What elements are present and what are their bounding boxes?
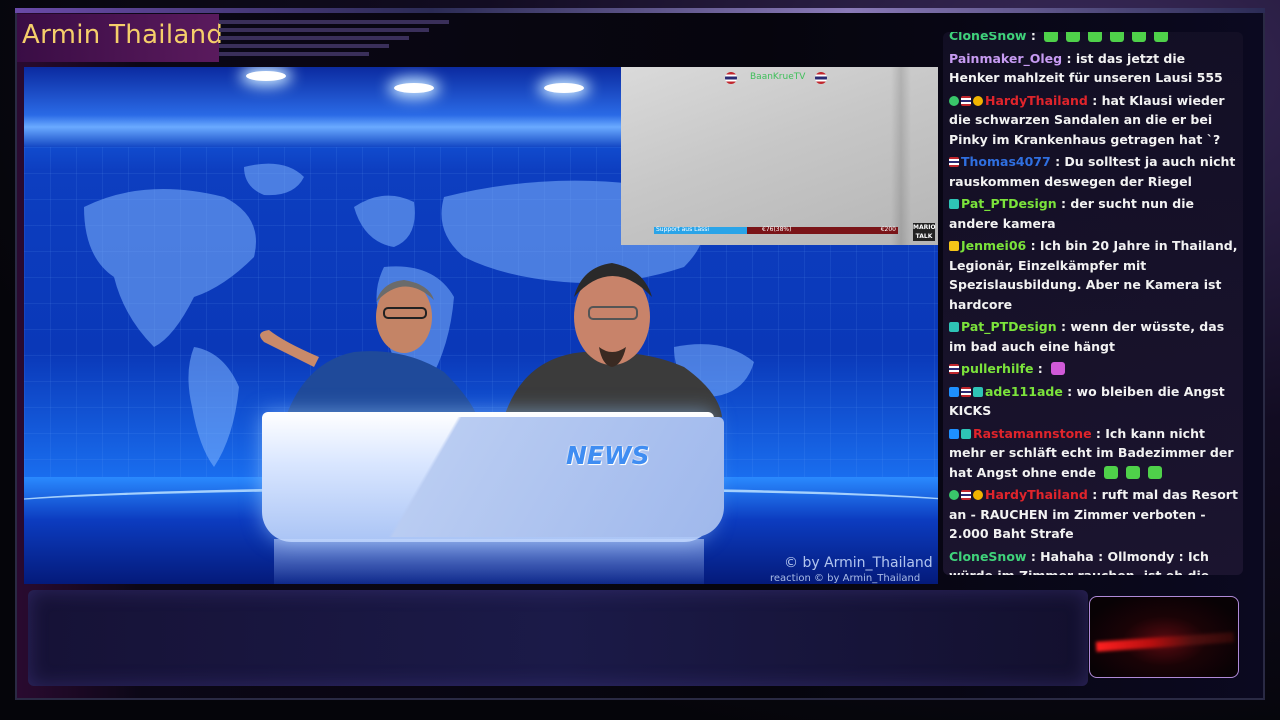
emote-icon [1104, 465, 1119, 479]
chat-separator: : [1050, 154, 1065, 169]
chat-message: pullerhilfe : [949, 359, 1239, 379]
game-badge-icon [961, 428, 971, 439]
crown-badge-icon [949, 241, 959, 251]
stream-overlay: Armin Thailand NEWS © by Armin_Thailand … [0, 0, 1280, 720]
chat-username[interactable]: pullerhilfe [961, 361, 1033, 376]
host-left [260, 280, 479, 422]
bolt-badge-icon [949, 386, 959, 397]
chat-username[interactable]: Rastamannstone [973, 426, 1092, 441]
emote-icon [1110, 32, 1125, 42]
chat-panel[interactable]: CloneSnow : Painmaker_Oleg : ist das jet… [943, 32, 1243, 575]
bolt-badge-icon [949, 428, 959, 439]
bottom-banner [28, 590, 1088, 686]
verify-badge-icon [949, 95, 959, 106]
donation-goal-target: €200 [880, 226, 896, 233]
news-desk-label: NEWS [566, 441, 650, 470]
chat-separator: : [1087, 92, 1102, 108]
chat-username[interactable]: Pat_PTDesign [961, 319, 1057, 334]
chat-username[interactable]: CloneSnow [949, 549, 1026, 564]
emote-icon [1126, 465, 1141, 479]
chat-message: Painmaker_Oleg : ist das jetzt die Henke… [949, 49, 1239, 88]
flag-badge-icon [961, 490, 971, 500]
chat-username[interactable]: Pat_PTDesign [961, 196, 1057, 211]
chat-username[interactable]: CloneSnow [949, 32, 1026, 43]
chat-separator: : [1056, 196, 1071, 211]
host-right [504, 263, 722, 417]
warn-badge-icon [973, 95, 983, 106]
emote-icon [1051, 362, 1066, 375]
chat-message: HardyThailand : hat Klausi wieder die sc… [949, 91, 1239, 150]
chat-message: Thomas4077 : Du solltest ja auch nicht r… [949, 152, 1239, 191]
copyright-text: © by Armin_Thailand [784, 555, 933, 571]
warn-badge-icon [973, 490, 983, 500]
thai-flag-icon [815, 72, 827, 84]
inset-logo: MARIO TALK [913, 223, 936, 241]
chat-separator: : [1087, 487, 1102, 502]
game-badge-icon [949, 322, 959, 332]
flag-badge-icon [949, 364, 959, 374]
emote-icon [1154, 32, 1169, 42]
news-desk-swoosh [384, 417, 724, 537]
chat-username[interactable]: Painmaker_Oleg [949, 51, 1062, 66]
flag-badge-icon [961, 386, 971, 397]
ceiling-light [394, 83, 434, 93]
emote-icon [1066, 32, 1081, 42]
chat-separator: : [1026, 32, 1041, 43]
chat-username[interactable]: HardyThailand [985, 487, 1088, 502]
chat-message: Pat_PTDesign : der sucht nun die andere … [949, 194, 1239, 233]
emote-icon [1148, 465, 1163, 479]
chat-separator: : [1026, 548, 1041, 564]
video-inset: BaanKrueTV Support aus Lässi €76(38%) €2… [621, 67, 938, 245]
channel-title: Armin Thailand [22, 20, 224, 50]
chat-message: Jenmei06 : Ich bin 20 Jahre in Thailand,… [949, 236, 1239, 314]
chat-message: HardyThailand : ruft mal das Resort an -… [949, 485, 1239, 544]
chat-username[interactable]: Thomas4077 [961, 154, 1051, 169]
chat-separator: : [1033, 361, 1048, 376]
webcam-preview [1089, 596, 1239, 678]
thai-flag-icon [725, 72, 737, 84]
title-decor-stripes [219, 20, 449, 60]
chat-message: CloneSnow : Hahaha : Ollmondy : Ich würd… [949, 547, 1239, 576]
chat-separator: : [1062, 50, 1076, 66]
emote-icon [1088, 32, 1103, 42]
reaction-credit: reaction © by Armin_Thailand [770, 573, 921, 584]
ceiling-light [544, 83, 584, 93]
chat-separator: : [1091, 425, 1106, 441]
donation-goal-value: €76(38%) [762, 226, 792, 233]
chat-separator: : [1026, 238, 1040, 253]
donation-goal-bar: Support aus Lässi €76(38%) €200 [654, 226, 898, 234]
inset-channel-label: BaanKrueTV [750, 72, 806, 82]
chat-message: Rastamannstone : Ich kann nicht mehr er … [949, 424, 1239, 483]
flag-badge-icon [961, 95, 971, 106]
chat-username[interactable]: HardyThailand [985, 93, 1088, 108]
emote-icon [1132, 32, 1147, 42]
webcam-red-light [1095, 632, 1235, 652]
chat-message: CloneSnow : [949, 32, 1239, 46]
game-badge-icon [949, 199, 959, 209]
chat-separator: : [1056, 319, 1071, 334]
news-desk-reflection [274, 539, 704, 584]
ceiling-light [246, 71, 286, 81]
verify-badge-icon [949, 490, 959, 500]
inset-wall-shadow [891, 67, 911, 245]
chat-message: Pat_PTDesign : wenn der wüsste, das im b… [949, 317, 1239, 356]
game-badge-icon [973, 386, 983, 397]
emote-icon [1044, 32, 1059, 42]
chat-message: ade111ade : wo bleiben die Angst KICKS [949, 382, 1239, 421]
chat-username[interactable]: ade111ade [985, 384, 1063, 399]
chat-message-list: CloneSnow : Painmaker_Oleg : ist das jet… [949, 32, 1239, 575]
donation-goal-label: Support aus Lässi [656, 226, 710, 233]
chat-separator: : [1062, 383, 1077, 399]
overlay-top-border [15, 8, 1265, 13]
flag-badge-icon [949, 157, 959, 167]
chat-username[interactable]: Jenmei06 [961, 238, 1026, 253]
